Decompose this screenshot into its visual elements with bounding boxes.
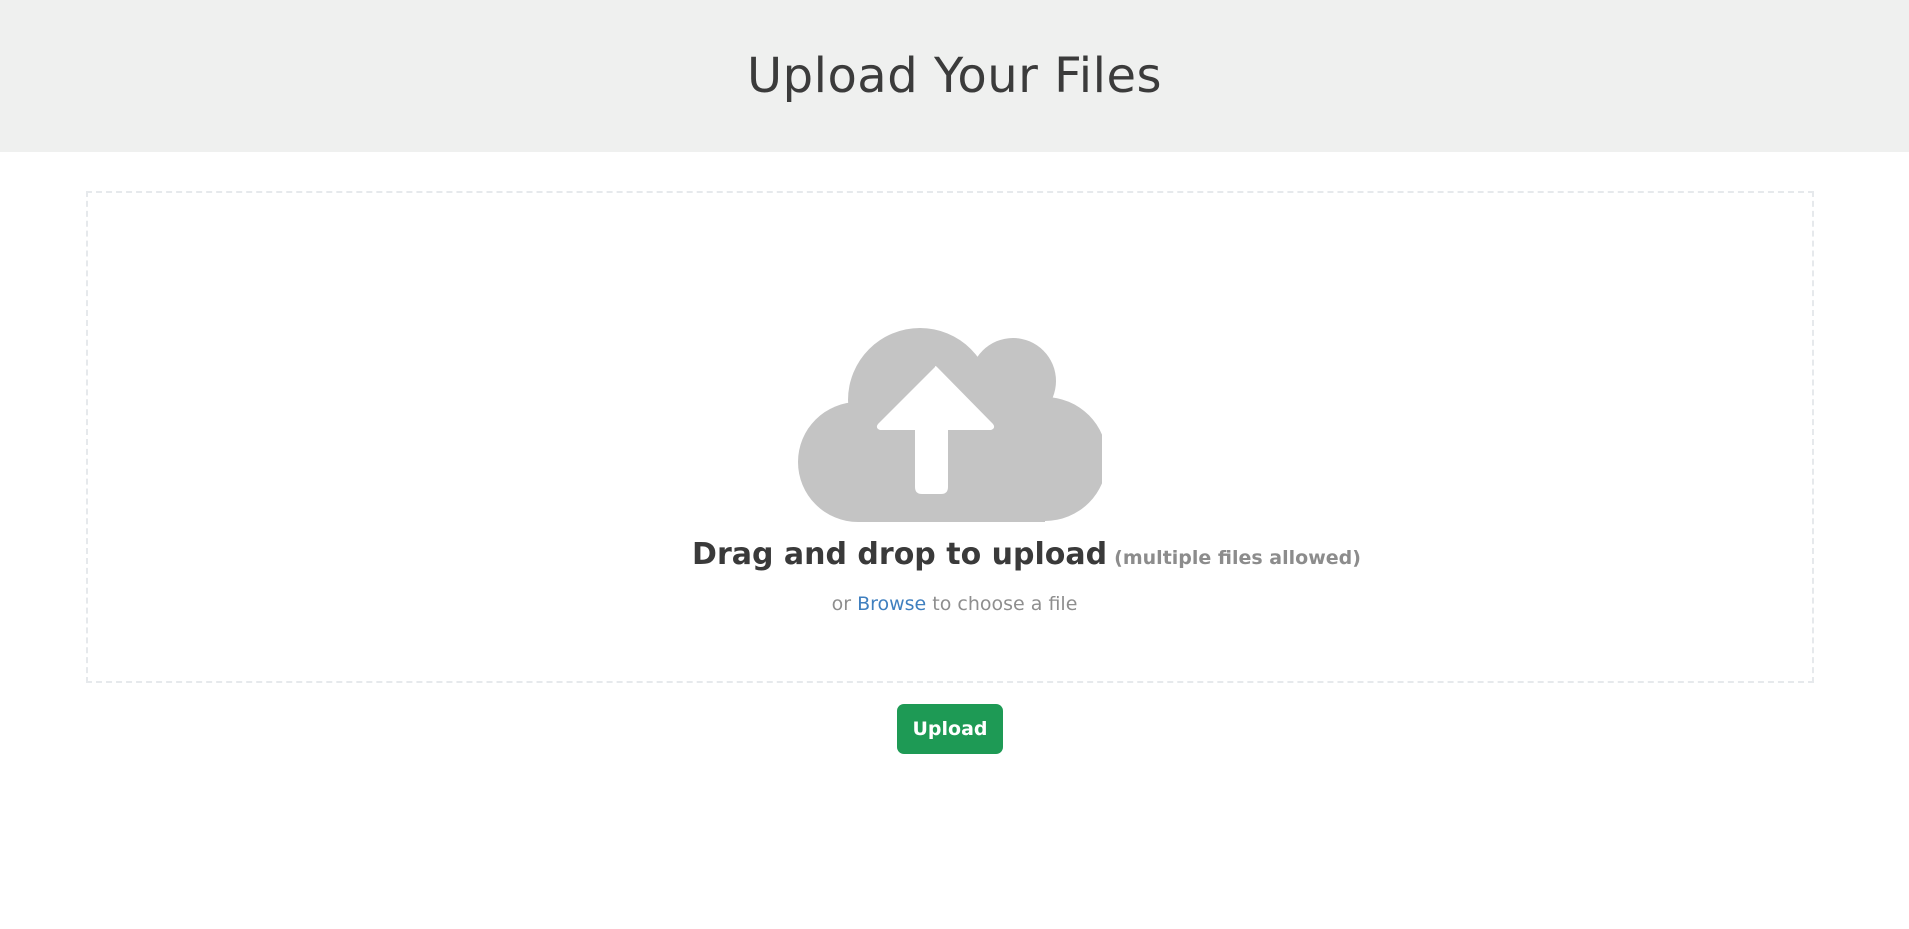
browse-line: or Browse to choose a file (0, 593, 1909, 615)
drop-hint: (multiple files allowed) (1114, 547, 1361, 569)
browse-prefix: or (831, 593, 852, 615)
upload-button[interactable]: Upload (897, 704, 1003, 754)
page-header: Upload Your Files (0, 0, 1909, 152)
drop-instructions: Drag and drop to upload (multiple files … (0, 537, 1909, 572)
browse-suffix: to choose a file (932, 593, 1078, 615)
drop-title: Drag and drop to upload (692, 537, 1108, 572)
page-title: Upload Your Files (747, 48, 1162, 104)
browse-link[interactable]: Browse (857, 593, 926, 615)
cloud-upload-icon (798, 328, 1102, 522)
